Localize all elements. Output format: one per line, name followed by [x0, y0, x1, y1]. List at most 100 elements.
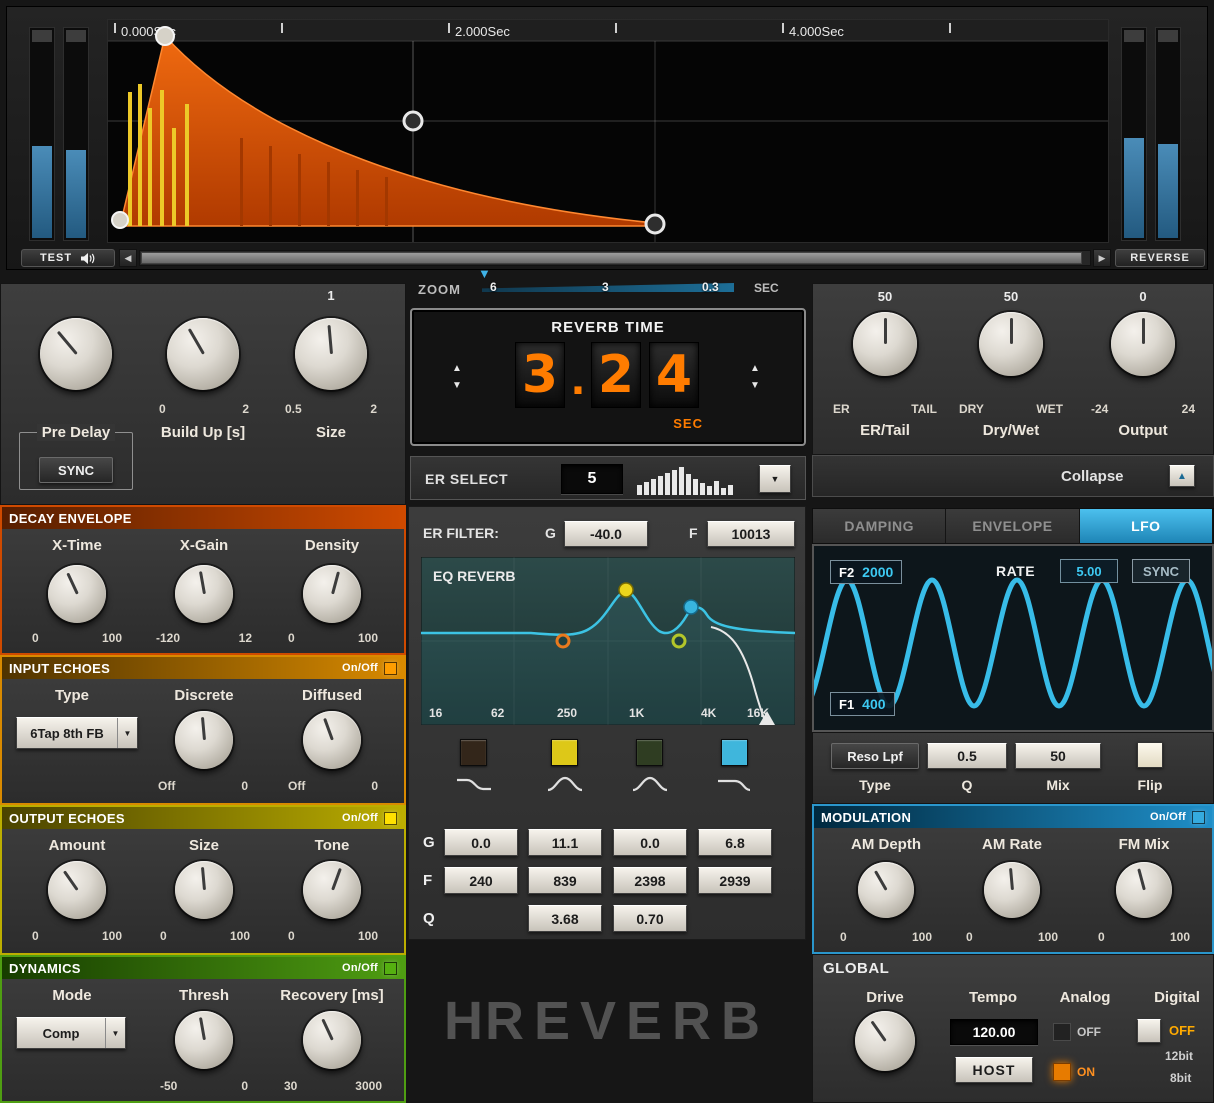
eq-q2-value[interactable]: 3.68 — [528, 905, 602, 932]
size-knob[interactable] — [295, 318, 367, 390]
input-type-dropdown[interactable]: 6Tap 8th FB ▼ — [16, 717, 138, 749]
er-filter-gain-value[interactable]: -40.0 — [564, 521, 648, 547]
collapse-button[interactable]: ▲ — [1169, 465, 1195, 487]
envelope-mid-handle[interactable] — [402, 110, 424, 132]
tempo-value[interactable]: 120.00 — [950, 1019, 1038, 1045]
reverse-button[interactable]: REVERSE — [1115, 249, 1205, 267]
envelope-peak-handle[interactable] — [155, 26, 175, 46]
tab-envelope[interactable]: ENVELOPE — [946, 509, 1080, 543]
filter-type-dropdown[interactable]: Reso Lpf — [831, 743, 919, 769]
build-up-knob[interactable] — [167, 318, 239, 390]
output-knob[interactable] — [1111, 312, 1175, 376]
input-echoes-enable-led[interactable] — [384, 661, 397, 675]
eq-g1-value[interactable]: 0.0 — [444, 829, 518, 856]
thresh-knob[interactable] — [175, 1011, 233, 1069]
drive-label: Drive — [866, 989, 904, 1006]
discrete-range: Off 0 — [158, 779, 248, 793]
tab-lfo[interactable]: LFO — [1079, 509, 1213, 543]
envelope-end-handle[interactable] — [644, 213, 666, 235]
digital-12bit-option[interactable]: 12bit — [1165, 1049, 1193, 1063]
lfo-f2-control[interactable]: F2 2000 — [830, 560, 903, 584]
filter-mix-value[interactable]: 50 — [1015, 743, 1101, 769]
envelope-display-panel: 0.000Sec 2.000Sec 4.000Sec TEST ◀ ▶ REVE… — [6, 6, 1208, 270]
output-size-knob[interactable] — [175, 861, 233, 919]
host-button[interactable]: HOST — [955, 1057, 1033, 1083]
eq-g3-value[interactable]: 0.0 — [613, 829, 687, 856]
eq-band4-handle[interactable] — [683, 599, 699, 615]
band2-color-button[interactable] — [551, 739, 578, 766]
er-tail-knob[interactable] — [853, 312, 917, 376]
global-section: GLOBAL Drive Tempo 120.00 HOST Analog OF… — [812, 954, 1214, 1103]
eq-f1-value[interactable]: 240 — [444, 867, 518, 894]
spinner-up-icon[interactable]: ▲ — [750, 364, 760, 374]
tab-damping[interactable]: DAMPING — [813, 509, 947, 543]
analog-off-led[interactable] — [1053, 1023, 1071, 1041]
band3-shape-icon[interactable] — [630, 773, 670, 795]
knob-pointer — [1008, 867, 1014, 891]
am-rate-knob[interactable] — [984, 862, 1040, 918]
discrete-knob[interactable] — [175, 711, 233, 769]
band3-color-button[interactable] — [636, 739, 663, 766]
reverb-time-spinner-right[interactable]: ▲ ▼ — [750, 364, 760, 391]
dry-wet-knob[interactable] — [979, 312, 1043, 376]
flip-toggle[interactable] — [1137, 742, 1163, 768]
reverb-time-display[interactable]: 3 . 2 4 — [511, 342, 703, 408]
density-label: Density — [304, 537, 360, 554]
eq-band3-handle[interactable] — [671, 633, 687, 649]
digital-off-option[interactable]: OFF — [1169, 1023, 1195, 1038]
analog-on-option[interactable]: ON — [1077, 1065, 1095, 1079]
band1-shape-icon[interactable] — [454, 773, 494, 795]
scroll-left-button[interactable]: ◀ — [119, 249, 137, 267]
digital-8bit-option[interactable]: 8bit — [1170, 1071, 1191, 1085]
band4-color-button[interactable] — [721, 739, 748, 766]
eq-f2-value[interactable]: 839 — [528, 867, 602, 894]
lfo-sync-button[interactable]: SYNC — [1132, 559, 1190, 583]
eq-f3-value[interactable]: 2398 — [613, 867, 687, 894]
eq-band2-handle[interactable] — [618, 582, 634, 598]
band1-color-button[interactable] — [460, 739, 487, 766]
reverb-time-spinner-left[interactable]: ▲ ▼ — [452, 364, 462, 391]
amount-knob[interactable] — [48, 861, 106, 919]
sync-button[interactable]: SYNC — [39, 457, 113, 483]
analog-on-led[interactable] — [1053, 1063, 1071, 1081]
band2-shape-icon[interactable] — [545, 773, 585, 795]
scrollbar-thumb[interactable] — [141, 252, 1082, 264]
zoom-marker-icon[interactable]: ▼ — [478, 266, 491, 281]
fm-mix-knob[interactable] — [1116, 862, 1172, 918]
spinner-down-icon[interactable]: ▼ — [452, 381, 462, 391]
recovery-knob[interactable] — [303, 1011, 361, 1069]
envelope-start-handle[interactable] — [111, 211, 129, 229]
eq-g2-value[interactable]: 11.1 — [528, 829, 602, 856]
filter-q-value[interactable]: 0.5 — [927, 743, 1007, 769]
pre-delay-knob[interactable] — [40, 318, 112, 390]
band4-shape-icon[interactable] — [715, 773, 755, 795]
spinner-down-icon[interactable]: ▼ — [750, 381, 760, 391]
test-button[interactable]: TEST — [21, 249, 115, 267]
dynamics-enable-led[interactable] — [384, 961, 397, 975]
scroll-right-button[interactable]: ▶ — [1093, 249, 1111, 267]
tone-knob[interactable] — [303, 861, 361, 919]
output-echoes-section: OUTPUT ECHOES On/Off Amount Size Tone 01… — [0, 805, 406, 955]
x-gain-knob[interactable] — [175, 565, 233, 623]
eq-f4-value[interactable]: 2939 — [698, 867, 772, 894]
spinner-up-icon[interactable]: ▲ — [452, 364, 462, 374]
output-echoes-enable-led[interactable] — [384, 811, 397, 825]
analog-off-option[interactable]: OFF — [1077, 1025, 1101, 1039]
eq-g4-value[interactable]: 6.8 — [698, 829, 772, 856]
lfo-rate-value[interactable]: 5.00 — [1060, 559, 1118, 583]
scrollbar[interactable] — [139, 250, 1091, 266]
eq-q3-value[interactable]: 0.70 — [613, 905, 687, 932]
diffused-knob[interactable] — [303, 711, 361, 769]
modulation-enable-led[interactable] — [1192, 810, 1205, 824]
lfo-f1-control[interactable]: F1 400 — [830, 692, 895, 716]
er-select-dropdown-button[interactable]: ▼ — [759, 465, 791, 493]
density-knob[interactable] — [303, 565, 361, 623]
x-time-knob[interactable] — [48, 565, 106, 623]
drive-knob[interactable] — [855, 1011, 915, 1071]
digital-switch[interactable] — [1137, 1019, 1161, 1043]
mode-dropdown[interactable]: Comp ▼ — [16, 1017, 126, 1049]
eq-band1-handle[interactable] — [555, 633, 571, 649]
er-select-value[interactable]: 5 — [561, 464, 623, 494]
am-depth-knob[interactable] — [858, 862, 914, 918]
er-filter-freq-value[interactable]: 10013 — [707, 521, 795, 547]
